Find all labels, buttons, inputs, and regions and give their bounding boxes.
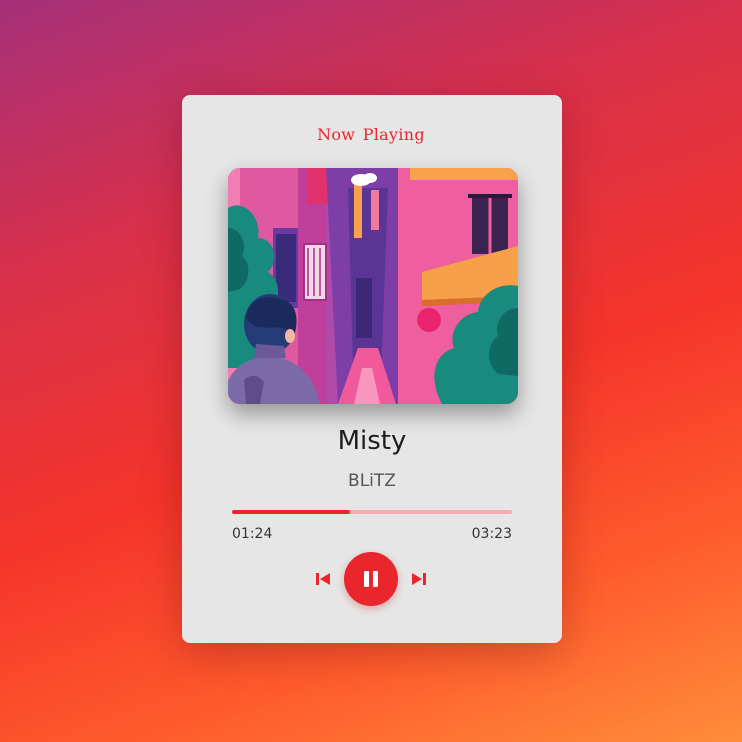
previous-button[interactable] bbox=[312, 568, 334, 590]
play-pause-button[interactable] bbox=[344, 552, 398, 606]
next-button[interactable] bbox=[408, 568, 430, 590]
progress-bar[interactable] bbox=[232, 510, 512, 514]
track-artist: BLiTZ bbox=[348, 471, 396, 491]
skip-previous-icon bbox=[316, 573, 330, 585]
pause-icon bbox=[364, 571, 378, 587]
track-title: Misty bbox=[337, 426, 407, 456]
duration-time: 03:23 bbox=[471, 526, 512, 542]
album-artwork bbox=[228, 168, 518, 404]
skip-next-icon bbox=[412, 573, 426, 585]
current-time: 01:24 bbox=[232, 526, 273, 542]
progress-fill bbox=[232, 510, 350, 514]
album-artwork-icon bbox=[228, 168, 518, 404]
now-playing-heading: Now Playing bbox=[317, 125, 425, 144]
